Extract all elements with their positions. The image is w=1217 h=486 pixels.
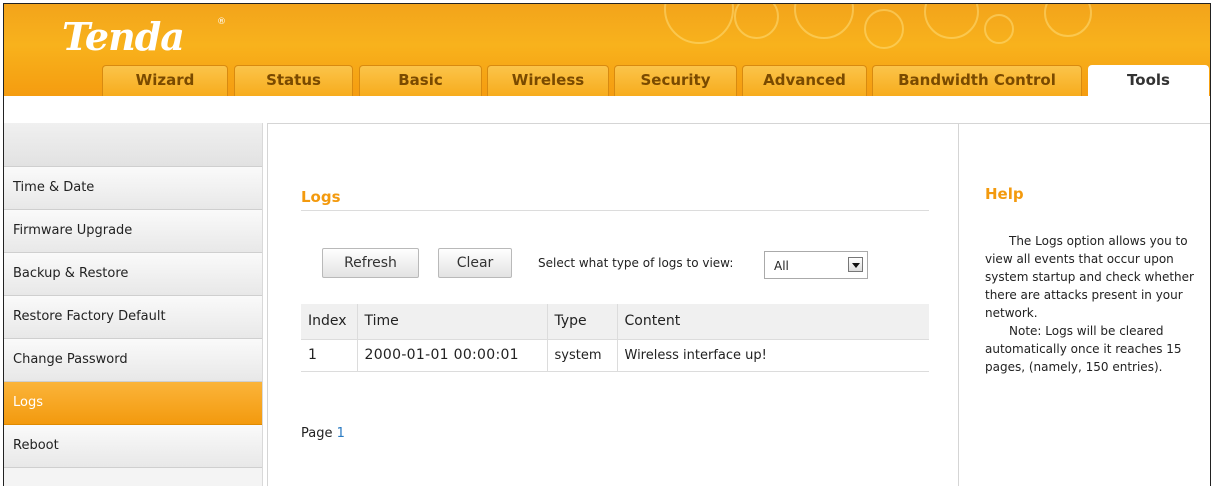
- sidebar-item-change-password[interactable]: Change Password: [4, 339, 262, 382]
- sidebar-item-restore-factory-default[interactable]: Restore Factory Default: [4, 296, 262, 339]
- header-banner: Tenda ® Wizard Status Basic Wireless Sec…: [4, 4, 1210, 96]
- registered-mark: ®: [217, 17, 226, 27]
- cell-index: 1: [301, 339, 358, 372]
- tab-security[interactable]: Security: [614, 65, 737, 96]
- log-type-selected-value: All: [774, 259, 789, 273]
- pagination: Page 1: [301, 426, 345, 441]
- sidebar-item-reboot[interactable]: Reboot: [4, 425, 262, 468]
- cell-type: system: [547, 339, 618, 372]
- log-type-select[interactable]: All: [764, 251, 868, 279]
- column-header-type: Type: [547, 304, 618, 340]
- column-header-index: Index: [301, 304, 358, 340]
- column-header-time: Time: [357, 304, 548, 340]
- tab-wizard[interactable]: Wizard: [102, 65, 228, 96]
- table-header-row: Index Time Type Content: [301, 304, 929, 340]
- main-nav: Wizard Status Basic Wireless Security Ad…: [4, 65, 1210, 96]
- help-text: The Logs option allows you to view all e…: [985, 232, 1207, 376]
- log-table: Index Time Type Content 1 2000-01-01 00:…: [301, 304, 929, 372]
- router-admin-window: Tenda ® Wizard Status Basic Wireless Sec…: [3, 3, 1211, 486]
- decorative-bubble: [1044, 4, 1092, 37]
- column-header-content: Content: [617, 304, 929, 340]
- clear-button[interactable]: Clear: [438, 248, 512, 278]
- tab-status[interactable]: Status: [234, 65, 353, 96]
- tab-bandwidth-control[interactable]: Bandwidth Control: [872, 65, 1082, 96]
- decorative-bubble: [664, 4, 734, 44]
- tab-advanced[interactable]: Advanced: [742, 65, 867, 96]
- decorative-bubble: [924, 4, 979, 39]
- decorative-bubble: [984, 14, 1014, 44]
- table-row: 1 2000-01-01 00:00:01 system Wireless in…: [301, 339, 929, 372]
- sidebar-item-firmware-upgrade[interactable]: Firmware Upgrade: [4, 210, 262, 253]
- pager-label: Page: [301, 426, 333, 441]
- main-panel: Logs Refresh Clear Select what type of l…: [267, 123, 959, 486]
- cell-content: Wireless interface up!: [617, 339, 929, 372]
- sidebar-item-time-date[interactable]: Time & Date: [4, 167, 262, 210]
- pager-page-link[interactable]: 1: [337, 426, 345, 441]
- sidebar-item-logs[interactable]: Logs: [4, 382, 262, 425]
- sidebar: Time & Date Firmware Upgrade Backup & Re…: [4, 123, 263, 486]
- decorative-bubble: [794, 4, 854, 39]
- tab-wireless[interactable]: Wireless: [487, 65, 609, 96]
- sidebar-header: [4, 123, 262, 167]
- title-divider: [301, 210, 929, 211]
- dropdown-arrow-icon[interactable]: [848, 257, 863, 272]
- cell-time: 2000-01-01 00:00:01: [357, 339, 548, 372]
- help-title: Help: [985, 185, 1024, 203]
- tab-basic[interactable]: Basic: [359, 65, 482, 96]
- sidebar-item-backup-restore[interactable]: Backup & Restore: [4, 253, 262, 296]
- page-title: Logs: [301, 188, 341, 206]
- help-paragraph: Note: Logs will be cleared automatically…: [985, 324, 1182, 374]
- decorative-bubble: [864, 9, 904, 49]
- log-type-label: Select what type of logs to view:: [538, 256, 734, 270]
- tab-tools[interactable]: Tools: [1088, 65, 1209, 96]
- decorative-bubble: [734, 4, 779, 39]
- refresh-button[interactable]: Refresh: [322, 248, 419, 278]
- help-panel: Help The Logs option allows you to view …: [959, 123, 1210, 486]
- tenda-logo: Tenda: [62, 14, 185, 59]
- help-paragraph: The Logs option allows you to view all e…: [985, 234, 1194, 320]
